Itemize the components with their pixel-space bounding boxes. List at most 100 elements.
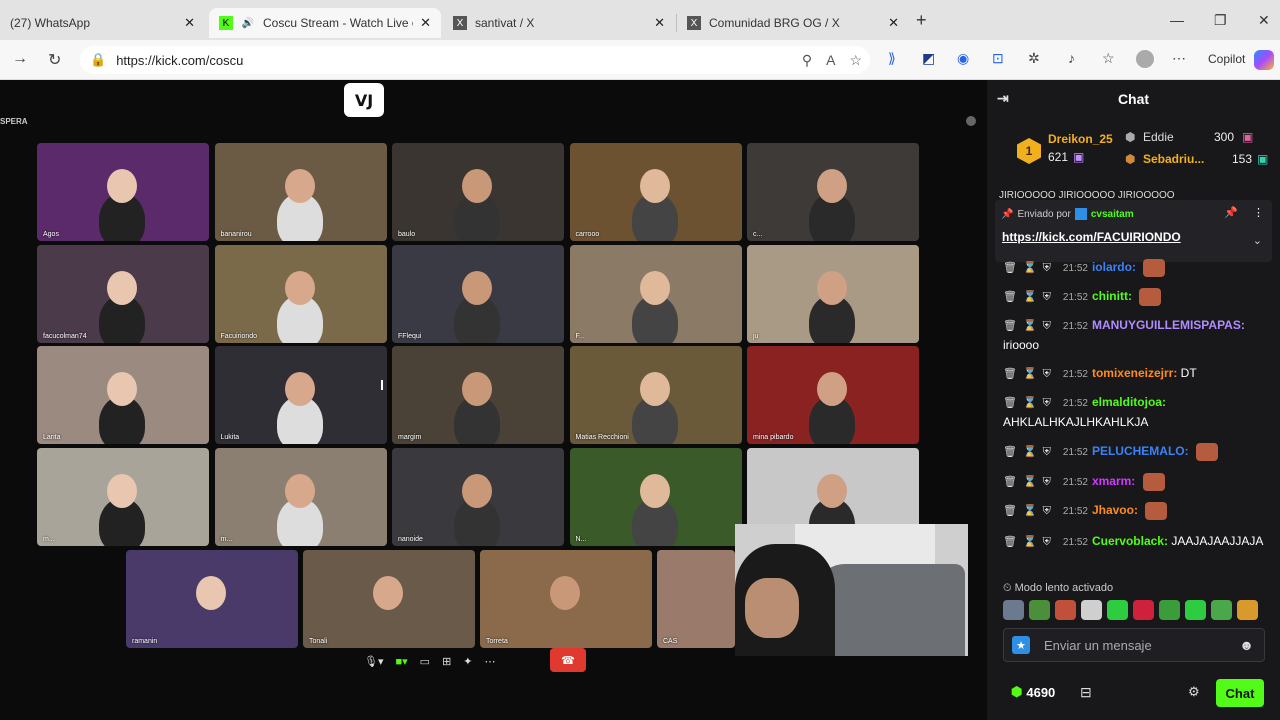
new-tab-icon[interactable]: + <box>916 10 927 31</box>
mod-tools-icon[interactable]: 🗑⌛⛨ <box>1003 320 1057 332</box>
copilot-label[interactable]: Copilot <box>1208 52 1245 66</box>
participant-tile: carrooo <box>569 143 742 241</box>
grid-view-icon[interactable]: ⊞ <box>442 655 451 668</box>
call-toolbar: 🎙▾ ■▾ ▭ ⊞ ✦ ⋯ <box>364 649 496 673</box>
chat-message: 🗑⌛⛨ 21:52 Cuervoblack: JAAJAJAAJJAJA <box>1003 532 1273 552</box>
channel-points[interactable]: ⬢ 4690 <box>1011 684 1055 700</box>
chat-message: 🗑⌛⛨ 21:52 elmalditojoa: AHKLALHKAJLHKAHLKJ… <box>1003 393 1273 431</box>
message-user[interactable]: MANUYGUILLEMISPAPAS: <box>1092 318 1245 332</box>
camera-icon[interactable]: ■▾ <box>396 655 408 668</box>
emote-icon[interactable] <box>1237 600 1258 620</box>
participant-name: m... <box>220 535 233 543</box>
mod-tools-icon[interactable]: 🗑⌛⛨ <box>1003 397 1057 409</box>
mod-tools-icon[interactable]: 🗑⌛⛨ <box>1003 262 1057 274</box>
profile-avatar[interactable] <box>1136 50 1154 68</box>
copilot-icon[interactable] <box>1254 50 1274 70</box>
emote-icon[interactable] <box>1055 600 1076 620</box>
more-options-icon[interactable]: ⋯ <box>485 655 496 668</box>
chevron-down-icon[interactable]: ⌄ <box>1253 234 1262 247</box>
mod-tools-icon[interactable]: 🗑⌛⛨ <box>1003 536 1057 548</box>
message-user[interactable]: iolardo: <box>1092 260 1136 274</box>
more-options-icon[interactable]: ⋮ <box>1253 206 1264 219</box>
collections-icon[interactable]: ☆ <box>1102 50 1115 67</box>
extension-icon[interactable]: ◉ <box>957 50 969 67</box>
participant-head <box>196 576 226 610</box>
chat-message: 🗑⌛⛨ 21:52 PELUCHEMALO: <box>1003 442 1273 462</box>
emote-icon[interactable] <box>1159 600 1180 620</box>
emote-icon[interactable] <box>1185 600 1206 620</box>
tab-comunidad-brg[interactable]: X Comunidad BRG OG / X ✕ <box>677 8 909 38</box>
extension-icon[interactable]: ⟫ <box>888 50 896 67</box>
message-user[interactable]: tomixeneizejrr: <box>1092 366 1177 380</box>
message-user[interactable]: PELUCHEMALO: <box>1092 444 1189 458</box>
mic-icon[interactable]: 🎙▾ <box>364 655 384 668</box>
favorites-icon[interactable]: ♪ <box>1068 50 1075 66</box>
emote-icon[interactable] <box>1133 600 1154 620</box>
mod-tools-icon[interactable]: 🗑⌛⛨ <box>1003 291 1057 303</box>
forward-icon[interactable]: → <box>12 50 28 68</box>
leader-name[interactable]: Eddie <box>1143 130 1174 144</box>
message-user[interactable]: xmarm: <box>1092 474 1135 488</box>
emoji-icon[interactable]: ☻ <box>1239 637 1254 653</box>
pinned-user[interactable]: cvsaitam <box>1091 209 1134 220</box>
leader-name[interactable]: Sebadriu... <box>1143 152 1204 166</box>
tab-santivat[interactable]: X santivat / X ✕ <box>443 8 675 38</box>
message-user[interactable]: elmalditojoa: <box>1092 395 1166 409</box>
pinned-message[interactable]: 📌 Enviado por cvsaitam 📌 ⋮ https://kick.… <box>995 200 1272 262</box>
url-field[interactable]: 🔒 https://kick.com/coscu ⚲ A ☆ <box>80 46 870 74</box>
extension-icon[interactable]: ◩ <box>922 50 935 67</box>
more-menu-icon[interactable]: ⋯ <box>1172 50 1186 67</box>
close-icon[interactable]: ✕ <box>184 15 195 31</box>
emote-icon[interactable] <box>1081 600 1102 620</box>
store-icon[interactable]: ⊟ <box>1080 684 1092 701</box>
close-icon[interactable]: ✕ <box>888 15 899 31</box>
close-icon[interactable]: ✕ <box>654 15 665 31</box>
speaker-icon[interactable]: 🔊 <box>241 16 255 30</box>
tab-title: santivat / X <box>475 16 535 30</box>
message-time: 21:52 <box>1062 263 1088 274</box>
overlay-text: SPERA <box>0 117 28 126</box>
participant-name: Agos <box>43 231 59 238</box>
participant-tile: Facuiriondo <box>214 244 387 343</box>
maximize-icon[interactable]: ❐ <box>1214 12 1227 29</box>
read-aloud-icon[interactable]: A <box>826 52 835 69</box>
emote-icon[interactable] <box>1211 600 1232 620</box>
pinned-link[interactable]: https://kick.com/FACUIRIONDO <box>1002 230 1181 244</box>
participant-name: Torreta <box>486 638 508 645</box>
extensions-puzzle-icon[interactable]: ✲ <box>1028 50 1040 67</box>
screenshot-icon[interactable]: ⊡ <box>992 50 1004 67</box>
close-window-icon[interactable]: ✕ <box>1258 12 1270 29</box>
mod-tools-icon[interactable]: 🗑⌛⛨ <box>1003 368 1057 380</box>
gear-icon[interactable]: ⚙ <box>1188 684 1200 700</box>
participant-name: margim <box>398 434 422 441</box>
zoom-icon[interactable]: ⚲ <box>802 52 812 69</box>
mod-tools-icon[interactable]: 🗑⌛⛨ <box>1003 446 1057 458</box>
tab-whatsapp[interactable]: (27) WhatsApp ✕ <box>0 8 205 38</box>
chat-send-button[interactable]: Chat <box>1216 679 1264 707</box>
message-user[interactable]: Cuervoblack: <box>1092 534 1168 548</box>
chat-input[interactable]: ★ Enviar un mensaje ☻ <box>1003 628 1265 662</box>
share-screen-icon[interactable]: ▭ <box>420 655 430 668</box>
close-icon[interactable]: ✕ <box>420 15 431 31</box>
stream-video[interactable]: VJ SPERA Agos bananirou baulo carrooo c... fa… <box>0 80 987 720</box>
effects-icon[interactable]: ✦ <box>463 655 472 668</box>
hang-up-button[interactable]: ☎ <box>550 648 586 672</box>
participant-tile: c... <box>747 143 919 241</box>
message-user[interactable]: chinitt: <box>1092 289 1132 303</box>
mod-tools-icon[interactable]: 🗑⌛⛨ <box>1003 476 1057 488</box>
message-user[interactable]: Jhavoo: <box>1092 503 1138 517</box>
minimize-icon[interactable]: — <box>1170 12 1184 28</box>
refresh-icon[interactable]: ↻ <box>48 50 61 70</box>
unpin-icon[interactable]: 📌 <box>1224 206 1238 219</box>
emote-icon[interactable] <box>1107 600 1128 620</box>
emote-icon[interactable] <box>1003 600 1024 620</box>
participant-tile: FFlequi <box>392 244 564 343</box>
favorite-star-icon[interactable]: ☆ <box>849 52 862 69</box>
mod-tools-icon[interactable]: 🗑⌛⛨ <box>1003 505 1057 517</box>
emote-icon[interactable] <box>1029 600 1050 620</box>
collapse-chat-icon[interactable]: ⇥ <box>997 90 1009 107</box>
cursor <box>381 380 387 390</box>
tab-coscu-stream[interactable]: K 🔊 Coscu Stream - Watch Live o ✕ <box>209 8 441 38</box>
participant-head <box>284 473 315 508</box>
leader-name[interactable]: Dreikon_25 <box>1048 132 1113 146</box>
